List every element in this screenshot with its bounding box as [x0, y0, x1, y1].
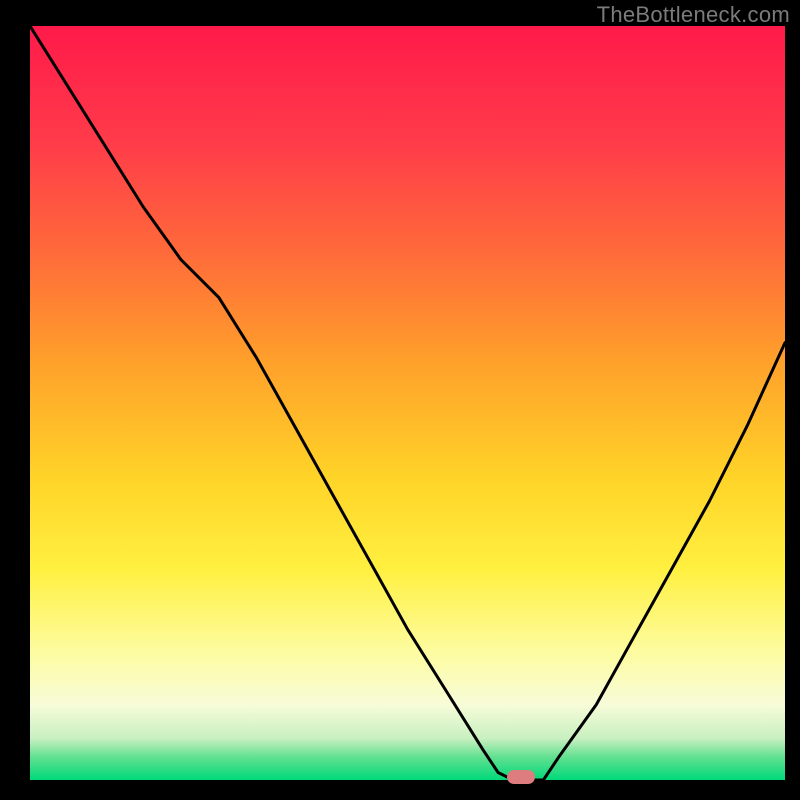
- bottleneck-chart: [30, 26, 785, 780]
- gradient-background: [30, 26, 785, 780]
- optimal-marker: [507, 770, 535, 784]
- plot-area: [30, 26, 785, 780]
- watermark-text: TheBottleneck.com: [597, 2, 790, 28]
- chart-frame: TheBottleneck.com: [0, 0, 800, 800]
